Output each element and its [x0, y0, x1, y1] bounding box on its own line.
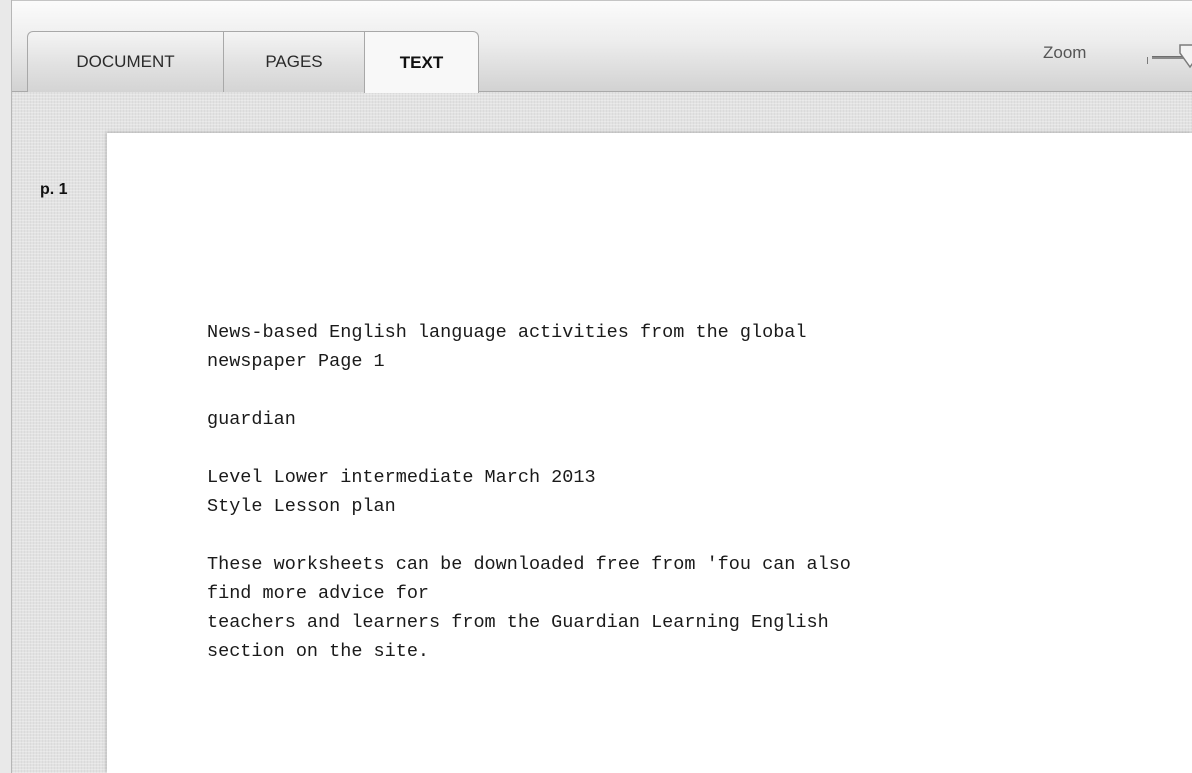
text-paragraph: These worksheets can be downloaded free …	[207, 550, 1167, 666]
text-paragraph: guardian	[207, 405, 1167, 434]
tab-pages[interactable]: PAGES	[223, 31, 365, 92]
text-paragraph: Level Lower intermediate March 2013 Styl…	[207, 463, 1167, 521]
zoom-control: Zoom	[1043, 43, 1192, 69]
zoom-slider-tick	[1147, 57, 1148, 64]
page-number-label: p. 1	[40, 181, 68, 198]
text-line: newspaper Page 1	[207, 351, 385, 372]
text-paragraph: News-based English language activities f…	[207, 318, 1167, 376]
text-line: teachers and learners from the Guardian …	[207, 612, 829, 633]
text-line: find more advice for	[207, 583, 430, 604]
zoom-slider-thumb-icon[interactable]	[1178, 43, 1192, 69]
page-text-body: News-based English language activities f…	[207, 318, 1167, 695]
tab-text[interactable]: TEXT	[364, 31, 479, 93]
viewer-toolbar: DOCUMENT PAGES TEXT Zoom	[12, 0, 1192, 93]
tab-document[interactable]: DOCUMENT	[27, 31, 224, 92]
text-line: Level Lower intermediate March 2013	[207, 467, 596, 488]
zoom-slider[interactable]	[1142, 43, 1192, 73]
text-line: guardian	[207, 409, 296, 430]
text-line: Style Lesson plan	[207, 496, 396, 517]
text-line: These worksheets can be downloaded free …	[207, 554, 851, 575]
window-left-edge	[0, 0, 12, 773]
zoom-label: Zoom	[1043, 43, 1087, 62]
text-line: News-based English language activities f…	[207, 322, 807, 343]
view-tabs: DOCUMENT PAGES TEXT	[27, 31, 479, 93]
text-page: News-based English language activities f…	[107, 133, 1192, 773]
text-line: section on the site.	[207, 641, 430, 662]
